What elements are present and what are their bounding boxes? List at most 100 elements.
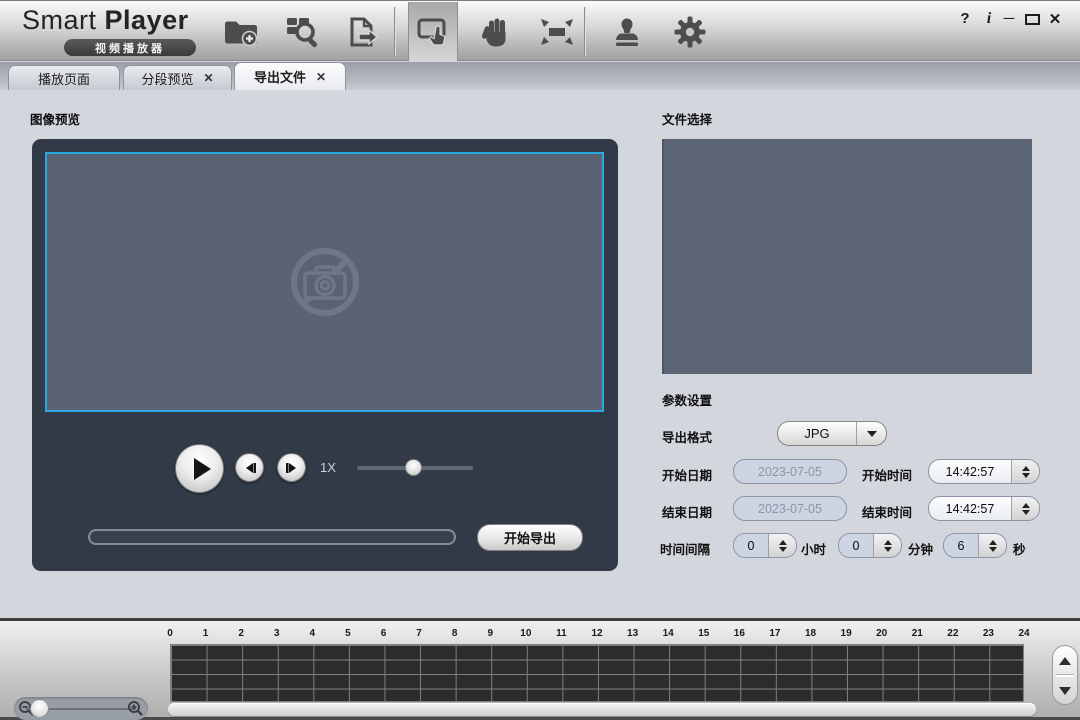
- export-file-button[interactable]: [341, 3, 385, 60]
- titlebar: Smart Player 视频播放器: [0, 0, 1080, 61]
- brand-subtitle: 视频播放器: [95, 40, 165, 56]
- params-title: 参数设置: [662, 390, 712, 409]
- interval-label: 时间间隔: [660, 539, 710, 558]
- timeline-hour-label: 10: [520, 628, 531, 639]
- timeline-zoom-control: [14, 697, 148, 720]
- timeline-hour-label: 22: [947, 628, 958, 639]
- next-frame-button[interactable]: [277, 453, 306, 482]
- interval-hours-field[interactable]: 0: [733, 533, 797, 558]
- scroll-up-button[interactable]: [1053, 648, 1077, 674]
- tab-label: 导出文件: [254, 67, 306, 86]
- timeline-hour-label: 16: [734, 628, 745, 639]
- brand-primary: Smart: [22, 5, 97, 35]
- file-select-box[interactable]: [662, 139, 1032, 374]
- timeline-hour-label: 24: [1018, 628, 1029, 639]
- export-format-label: 导出格式: [662, 427, 712, 446]
- help-button[interactable]: ?: [956, 10, 974, 27]
- timeline-hour-label: 5: [345, 628, 351, 639]
- timeline-hour-label: 18: [805, 628, 816, 639]
- start-export-button[interactable]: 开始导出: [477, 524, 583, 551]
- timeline-hscrollbar[interactable]: [168, 703, 1036, 716]
- tab-export-file[interactable]: 导出文件 ✕: [234, 62, 346, 90]
- timeline-hour-label: 15: [698, 628, 709, 639]
- timeline-hour-label: 8: [452, 628, 458, 639]
- zoom-in-icon[interactable]: [127, 700, 144, 717]
- seconds-unit-label: 秒: [1013, 539, 1026, 558]
- timeline-zoom-thumb[interactable]: [30, 699, 49, 718]
- select-tool-button[interactable]: [408, 2, 458, 61]
- tab-close-icon[interactable]: ✕: [316, 71, 326, 83]
- timeline-hour-label: 20: [876, 628, 887, 639]
- interval-minutes-spinner[interactable]: [874, 534, 901, 557]
- prev-frame-button[interactable]: [235, 453, 264, 482]
- close-button[interactable]: ✕: [1046, 10, 1064, 28]
- step-back-icon: [243, 462, 257, 474]
- about-button[interactable]: i: [980, 10, 998, 28]
- interval-minutes-field[interactable]: 0: [838, 533, 902, 558]
- fit-screen-button[interactable]: [535, 3, 579, 60]
- toolbar-separator: [584, 7, 585, 56]
- timeline-hour-label: 23: [983, 628, 994, 639]
- timeline-hour-label: 6: [381, 628, 387, 639]
- end-time-value: 14:42:57: [929, 497, 1011, 520]
- start-date-field[interactable]: 2023-07-05: [733, 459, 847, 484]
- preview-area: [45, 152, 604, 412]
- file-export-icon: [347, 16, 379, 48]
- speed-label: 1X: [320, 460, 336, 475]
- file-select-title: 文件选择: [662, 109, 712, 128]
- timeline-hour-label: 19: [841, 628, 852, 639]
- select-pointer-icon: [416, 16, 450, 48]
- minimize-button[interactable]: ─: [1000, 10, 1018, 27]
- timeline-hour-label: 4: [310, 628, 316, 639]
- arrow-down-icon: [1059, 687, 1071, 695]
- start-time-spinner[interactable]: [1012, 460, 1039, 483]
- end-date-field[interactable]: 2023-07-05: [733, 496, 847, 521]
- maximize-button[interactable]: [1025, 14, 1040, 25]
- image-preview-title: 图像预览: [30, 109, 80, 128]
- tab-bar: 播放页面 分段预览 ✕ 导出文件 ✕: [0, 62, 1080, 90]
- tab-play-page[interactable]: 播放页面: [8, 65, 120, 90]
- tab-segment-preview[interactable]: 分段预览 ✕: [123, 65, 232, 90]
- watermark-stamp-button[interactable]: [605, 3, 649, 60]
- interval-seconds-field[interactable]: 6: [943, 533, 1007, 558]
- timeline-hour-label: 12: [591, 628, 602, 639]
- minutes-unit-label: 分钟: [908, 539, 933, 558]
- start-time-label: 开始时间: [862, 465, 912, 484]
- end-time-spinner[interactable]: [1012, 497, 1039, 520]
- interval-hours-spinner[interactable]: [769, 534, 796, 557]
- toolbar-separator: [394, 7, 395, 56]
- scroll-down-button[interactable]: [1053, 678, 1077, 704]
- export-progress-bar: [88, 529, 456, 545]
- timeline-hour-label: 14: [663, 628, 674, 639]
- timeline-grid[interactable]: [170, 644, 1024, 702]
- start-time-value: 14:42:57: [929, 460, 1011, 483]
- step-forward-icon: [285, 462, 299, 474]
- gear-icon: [672, 14, 708, 50]
- brand-subtitle-pill: 视频播放器: [64, 39, 196, 56]
- end-date-label: 结束日期: [662, 502, 712, 521]
- timeline-hour-label: 13: [627, 628, 638, 639]
- timeline-vscroll: [1052, 645, 1078, 705]
- expand-arrows-icon: [538, 17, 576, 47]
- end-time-field[interactable]: 14:42:57: [928, 496, 1040, 521]
- play-button[interactable]: [175, 444, 224, 493]
- speed-slider-thumb[interactable]: [405, 459, 422, 476]
- interval-seconds-spinner[interactable]: [979, 534, 1006, 557]
- timeline-hour-label: 17: [769, 628, 780, 639]
- tab-close-icon[interactable]: ✕: [203, 72, 213, 84]
- folder-plus-icon: [223, 17, 259, 47]
- interval-minutes-value: 0: [839, 534, 873, 557]
- timeline-hour-label: 9: [487, 628, 493, 639]
- no-snapshot-icon: [286, 243, 364, 321]
- timeline-panel: 0123456789101112131415161718192021222324: [0, 618, 1080, 720]
- timeline-hour-label: 21: [912, 628, 923, 639]
- settings-button[interactable]: [668, 3, 712, 60]
- segment-search-button[interactable]: [280, 3, 324, 60]
- timeline-hour-label: 1: [203, 628, 209, 639]
- interval-hours-value: 0: [734, 534, 768, 557]
- hand-icon: [479, 16, 511, 48]
- open-folder-button[interactable]: [219, 3, 263, 60]
- export-format-select[interactable]: JPG: [777, 421, 887, 446]
- hand-tool-button[interactable]: [473, 3, 517, 60]
- start-time-field[interactable]: 14:42:57: [928, 459, 1040, 484]
